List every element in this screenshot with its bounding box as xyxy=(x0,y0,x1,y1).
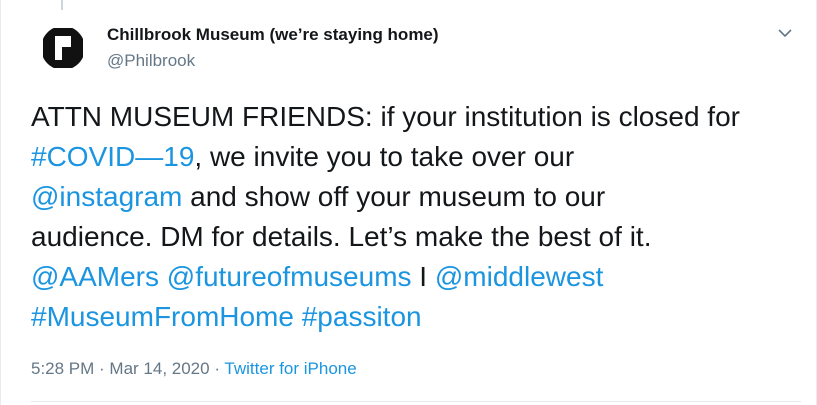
tweet-card: Chillbrook Museum (we’re staying home) @… xyxy=(0,0,817,405)
museum-logo-icon xyxy=(41,26,85,70)
tweet-text-segment: and show off your museum to our xyxy=(182,181,606,212)
hashtag-link[interactable]: #passiton xyxy=(302,301,422,332)
author-handle[interactable]: @Philbrook xyxy=(107,51,195,71)
mention-link[interactable]: @futureofmuseums xyxy=(167,261,412,292)
divider xyxy=(31,401,801,402)
tweet-metadata: 5:28 PM · Mar 14, 2020 · Twitter for iPh… xyxy=(31,359,357,379)
tweet-text-line: @instagram and show off your museum to o… xyxy=(31,177,806,217)
tweet-source-link[interactable]: Twitter for iPhone xyxy=(224,359,356,378)
tweet-text-segment: ATTN MUSEUM FRIENDS: if your institution… xyxy=(31,101,740,132)
hashtag-link[interactable]: #MuseumFromHome xyxy=(31,301,294,332)
tweet-text-segment: , we invite you to take over our xyxy=(194,141,575,172)
tweet-text-segment xyxy=(159,261,167,292)
mention-link[interactable]: @middlewest xyxy=(435,261,603,292)
author-display-name[interactable]: Chillbrook Museum (we’re staying home) xyxy=(107,25,439,45)
mention-link[interactable]: @instagram xyxy=(31,181,182,212)
mention-link[interactable]: @AAMers xyxy=(31,261,159,292)
tweet-text-line: #MuseumFromHome #passiton xyxy=(31,297,806,337)
thread-connector-line xyxy=(61,0,63,10)
tweet-date[interactable]: Mar 14, 2020 xyxy=(109,359,209,378)
tweet-text-segment: I xyxy=(411,261,435,292)
hashtag-link[interactable]: #COVID—19 xyxy=(31,141,194,172)
tweet-text-line: @AAMers @futureofmuseums I @middlewest xyxy=(31,257,806,297)
tweet-time[interactable]: 5:28 PM xyxy=(31,359,94,378)
tweet-text-segment: audience. DM for details. Let’s make the… xyxy=(31,221,652,252)
tweet-menu-button[interactable] xyxy=(774,24,796,42)
meta-separator: · xyxy=(94,359,110,378)
chevron-down-icon xyxy=(778,29,792,38)
tweet-text: ATTN MUSEUM FRIENDS: if your institution… xyxy=(31,97,806,337)
tweet-text-line: ATTN MUSEUM FRIENDS: if your institution… xyxy=(31,97,806,137)
tweet-text-line: audience. DM for details. Let’s make the… xyxy=(31,217,806,257)
tweet-text-line: #COVID—19, we invite you to take over ou… xyxy=(31,137,806,177)
avatar[interactable] xyxy=(41,26,85,70)
tweet-text-segment xyxy=(294,301,302,332)
meta-separator: · xyxy=(209,359,225,378)
